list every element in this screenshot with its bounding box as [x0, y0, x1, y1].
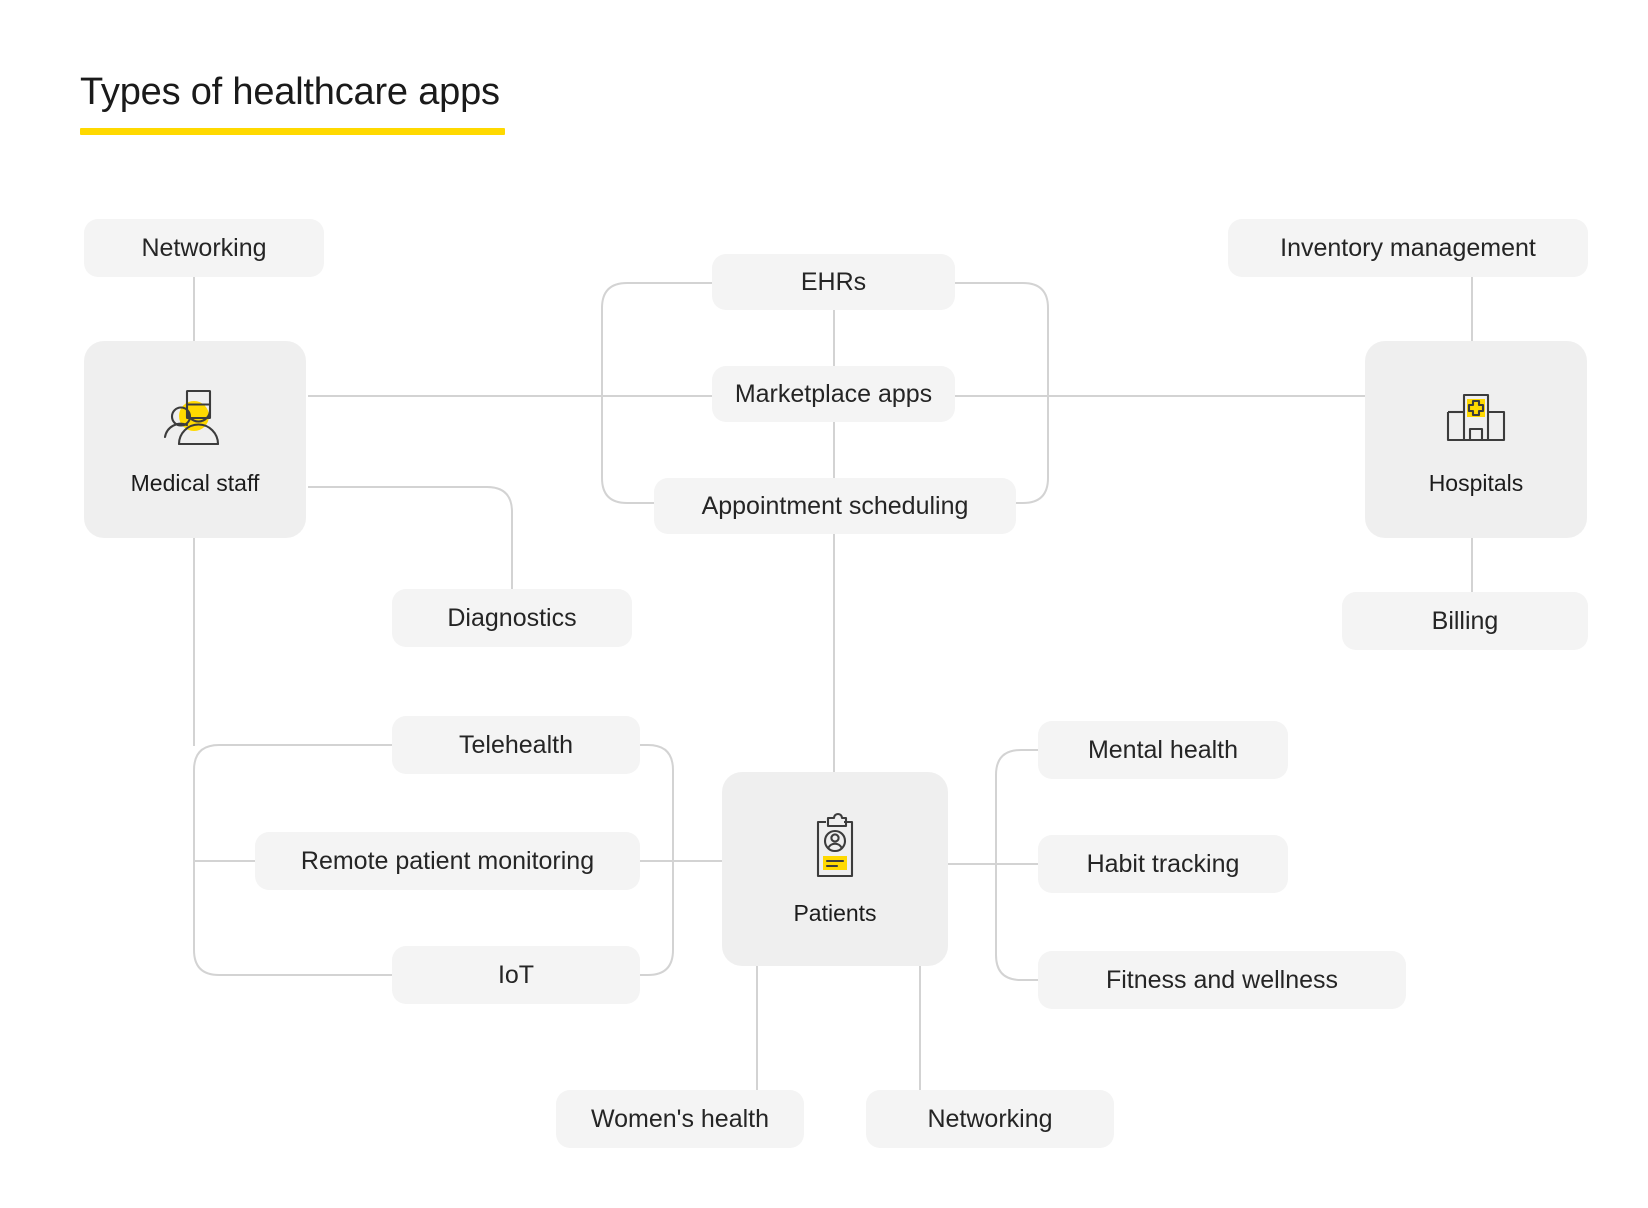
node-billing-label: Billing [1431, 606, 1499, 635]
node-remote-patient-monitoring[interactable]: Remote patient monitoring [255, 832, 640, 890]
node-networking-top-label: Networking [141, 233, 267, 262]
node-networking-bottom[interactable]: Networking [866, 1090, 1114, 1148]
node-habit-tracking-label: Habit tracking [1086, 849, 1240, 878]
hub-hospitals[interactable]: Hospitals [1365, 341, 1587, 538]
node-ehrs[interactable]: EHRs [712, 254, 955, 310]
edge-center-right-bracket [955, 282, 1049, 504]
edge-medicalstaff-diagnostics [308, 486, 513, 589]
hub-medical-staff-label: Medical staff [130, 470, 260, 496]
node-networking-bottom-label: Networking [927, 1104, 1053, 1133]
medical-staff-icon [163, 389, 220, 446]
diagram-canvas: Types of healthcare apps Medical staff H… [0, 0, 1648, 1208]
node-iot-label: IoT [497, 960, 535, 989]
hub-patients[interactable]: Patients [722, 772, 948, 966]
node-billing[interactable]: Billing [1342, 592, 1588, 650]
hub-hospitals-label: Hospitals [1428, 470, 1524, 496]
node-telehealth[interactable]: Telehealth [392, 716, 640, 774]
node-iot[interactable]: IoT [392, 946, 640, 1004]
node-marketplace-apps-label: Marketplace apps [734, 379, 933, 408]
hospital-building-icon [1446, 393, 1506, 442]
node-diagnostics[interactable]: Diagnostics [392, 589, 632, 647]
node-networking-top[interactable]: Networking [84, 219, 324, 277]
node-inventory-management-label: Inventory management [1280, 233, 1536, 262]
node-appointment-scheduling[interactable]: Appointment scheduling [654, 478, 1016, 534]
node-fitness-and-wellness-label: Fitness and wellness [1105, 965, 1339, 994]
node-telehealth-label: Telehealth [459, 730, 573, 759]
edge-center-left-bracket [601, 282, 712, 504]
hub-patients-label: Patients [793, 899, 877, 926]
patient-clipboard-icon [816, 812, 854, 877]
node-mental-health-label: Mental health [1087, 735, 1239, 764]
hub-medical-staff[interactable]: Medical staff [84, 341, 306, 538]
node-habit-tracking[interactable]: Habit tracking [1038, 835, 1288, 893]
node-ehrs-label: EHRs [800, 267, 867, 296]
node-appointment-scheduling-label: Appointment scheduling [701, 491, 969, 520]
node-diagnostics-label: Diagnostics [447, 603, 577, 632]
node-mental-health[interactable]: Mental health [1038, 721, 1288, 779]
node-remote-patient-monitoring-label: Remote patient monitoring [300, 846, 595, 875]
node-inventory-management[interactable]: Inventory management [1228, 219, 1588, 277]
node-womens-health[interactable]: Women's health [556, 1090, 804, 1148]
node-fitness-and-wellness[interactable]: Fitness and wellness [1038, 951, 1406, 1009]
node-marketplace-apps[interactable]: Marketplace apps [712, 366, 955, 422]
node-womens-health-label: Women's health [590, 1104, 769, 1133]
